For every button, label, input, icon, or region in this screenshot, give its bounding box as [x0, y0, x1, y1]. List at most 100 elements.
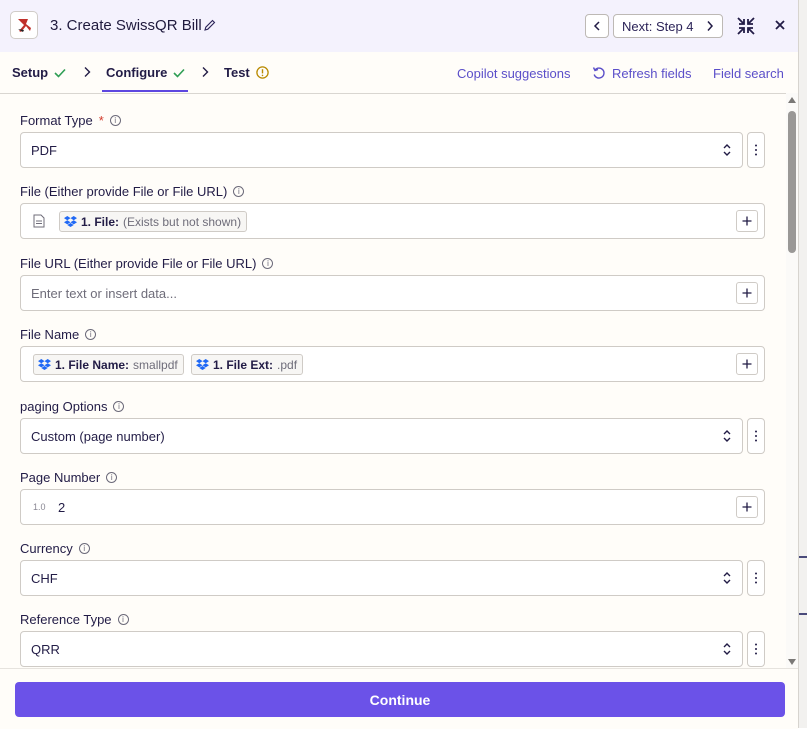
active-tab-indicator	[102, 90, 188, 92]
vertical-dots-icon	[755, 144, 757, 156]
scroll-down-arrow-icon[interactable]	[788, 659, 796, 665]
info-icon[interactable]: i	[117, 614, 129, 625]
warning-icon	[256, 66, 269, 79]
format-type-more-button[interactable]	[747, 132, 765, 168]
info-icon[interactable]: i	[109, 115, 121, 126]
form-scrollbar[interactable]	[786, 93, 798, 668]
next-step-button[interactable]: Next: Step 4	[613, 14, 723, 38]
info-icon[interactable]: i	[78, 543, 90, 554]
canvas-divider	[799, 556, 807, 558]
file-url-label: File URL (Either provide File or File UR…	[20, 256, 274, 271]
select-arrows-icon	[723, 144, 731, 156]
document-icon	[33, 214, 45, 228]
required-marker: *	[98, 113, 104, 128]
plus-icon	[742, 216, 752, 226]
number-type-icon: 1.0	[33, 502, 46, 512]
paging-options-label-text: paging Options	[20, 399, 108, 414]
scroll-up-arrow-icon[interactable]	[788, 97, 796, 103]
currency-select[interactable]: CHF	[20, 560, 743, 596]
format-type-value: PDF	[31, 143, 57, 158]
file-name-data-pill[interactable]: 1. File Name: smallpdf	[33, 354, 184, 375]
reference-type-label-text: Reference Type	[20, 612, 112, 627]
pill-field-value: smallpdf	[133, 357, 178, 372]
canvas-divider	[799, 613, 807, 615]
collapse-icon[interactable]	[736, 16, 756, 36]
scrollbar-thumb[interactable]	[788, 111, 796, 253]
previous-step-button[interactable]	[585, 14, 609, 38]
currency-value: CHF	[31, 571, 58, 586]
format-type-label: Format Type * i	[20, 113, 121, 128]
check-icon	[173, 68, 185, 78]
insert-data-button[interactable]	[736, 210, 758, 232]
paging-options-value: Custom (page number)	[31, 429, 165, 444]
copilot-suggestions-link[interactable]: Copilot suggestions	[457, 66, 570, 81]
step-title: 3. Create SwissQR Bill	[50, 17, 202, 34]
file-name-label: File Name i	[20, 327, 97, 342]
vertical-dots-icon	[755, 430, 757, 442]
file-name-input[interactable]: 1. File Name: smallpdf 1. File Ext: .pdf	[20, 346, 765, 382]
reference-type-label: Reference Type i	[20, 612, 129, 627]
insert-data-button[interactable]	[736, 282, 758, 304]
close-icon[interactable]	[773, 18, 787, 32]
pencil-edit-icon[interactable]	[204, 19, 216, 31]
select-arrows-icon	[723, 430, 731, 442]
tab-configure[interactable]: Configure	[106, 65, 185, 80]
info-icon[interactable]: i	[113, 401, 125, 412]
plus-icon	[742, 502, 752, 512]
zap-step-panel: 3. Create SwissQR Bill Next: Step 4 Setu…	[0, 0, 799, 729]
file-name-label-text: File Name	[20, 327, 80, 342]
swissqr-app-logo	[10, 11, 38, 39]
reference-type-value: QRR	[31, 642, 60, 657]
paging-options-select[interactable]: Custom (page number)	[20, 418, 743, 454]
file-input[interactable]: 1. File: (Exists but not shown)	[20, 203, 765, 239]
chevron-left-icon	[593, 21, 600, 31]
panel-header: 3. Create SwissQR Bill Next: Step 4	[0, 0, 798, 52]
currency-label-text: Currency	[20, 541, 73, 556]
step-tabs: Setup Configure Test Copilot suggestions…	[0, 52, 798, 94]
currency-more-button[interactable]	[747, 560, 765, 596]
pill-field-value: (Exists but not shown)	[123, 214, 242, 229]
continue-button[interactable]: Continue	[15, 682, 785, 717]
currency-label: Currency i	[20, 541, 90, 556]
check-icon	[54, 68, 66, 78]
info-icon[interactable]: i	[262, 258, 274, 269]
pill-field-value: .pdf	[277, 357, 298, 372]
tab-test-label: Test	[224, 65, 250, 80]
paging-options-more-button[interactable]	[747, 418, 765, 454]
page-number-label: Page Number i	[20, 470, 118, 485]
step-form: Format Type * i PDF File (Either provide…	[0, 93, 786, 668]
file-label-text: File (Either provide File or File URL)	[20, 184, 228, 199]
chevron-right-icon	[202, 67, 209, 77]
insert-data-button[interactable]	[736, 496, 758, 518]
reference-type-more-button[interactable]	[747, 631, 765, 667]
file-data-pill[interactable]: 1. File: (Exists but not shown)	[59, 211, 248, 232]
tab-setup[interactable]: Setup	[12, 65, 66, 80]
pill-field-name: 1. File:	[81, 214, 120, 229]
select-arrows-icon	[723, 572, 731, 584]
page-number-input[interactable]: 1.0 2	[20, 489, 765, 525]
background-canvas-edge	[799, 0, 807, 728]
page-number-value: 2	[58, 500, 66, 515]
plus-icon	[742, 288, 752, 298]
chevron-right-icon	[707, 21, 714, 31]
info-icon[interactable]: i	[85, 329, 97, 340]
vertical-dots-icon	[755, 572, 757, 584]
format-type-label-text: Format Type	[20, 113, 93, 128]
file-url-label-text: File URL (Either provide File or File UR…	[20, 256, 257, 271]
info-icon[interactable]: i	[106, 472, 118, 483]
file-url-input[interactable]: Enter text or insert data...	[20, 275, 765, 311]
info-icon[interactable]: i	[233, 186, 245, 197]
pill-field-name: 1. File Ext:	[213, 357, 274, 372]
dropbox-icon	[64, 216, 77, 227]
insert-data-button[interactable]	[736, 353, 758, 375]
chevron-right-icon	[84, 67, 91, 77]
tab-test[interactable]: Test	[224, 65, 269, 80]
file-ext-data-pill[interactable]: 1. File Ext: .pdf	[191, 354, 304, 375]
format-type-select[interactable]: PDF	[20, 132, 743, 168]
select-arrows-icon	[723, 643, 731, 655]
file-url-placeholder: Enter text or insert data...	[31, 286, 177, 301]
refresh-fields-link[interactable]: Refresh fields	[612, 66, 691, 81]
dropbox-icon	[38, 359, 51, 370]
reference-type-select[interactable]: QRR	[20, 631, 743, 667]
field-search-link[interactable]: Field search	[713, 66, 784, 81]
